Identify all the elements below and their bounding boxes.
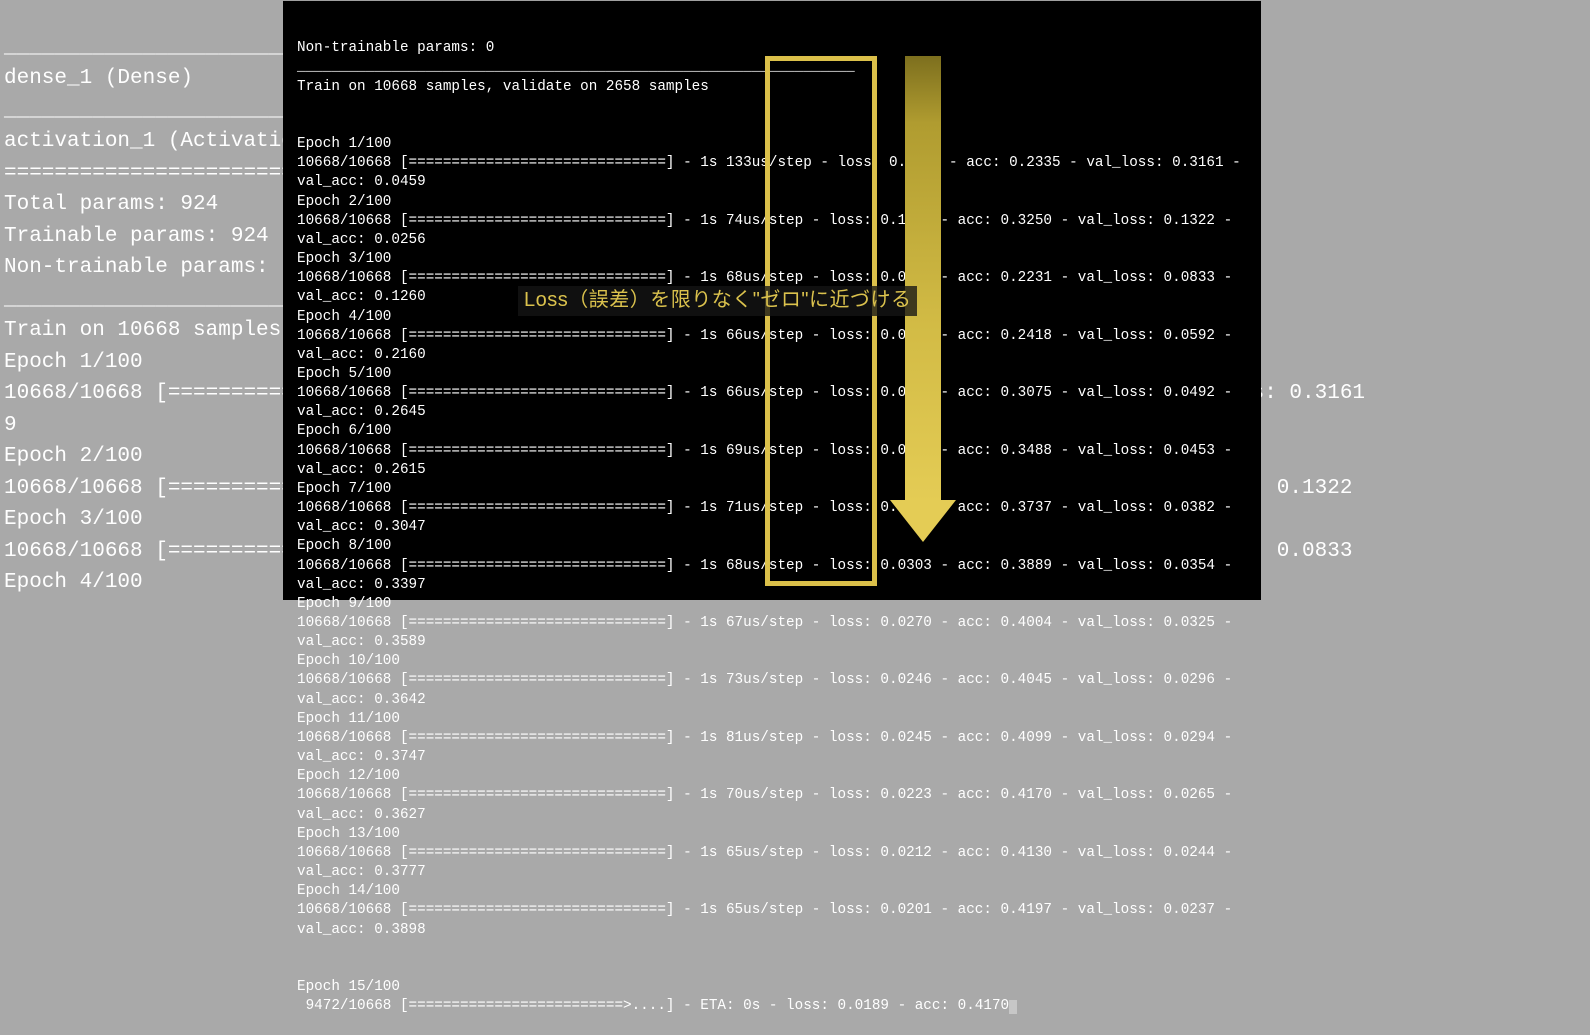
epoch-progress-line: 10668/10668 [===========================… <box>297 786 1247 824</box>
epoch-progress-line: 10668/10668 [===========================… <box>297 499 1247 537</box>
epoch-progress-line: 10668/10668 [===========================… <box>297 384 1247 422</box>
epoch-label-line: Epoch 10/100 <box>297 652 1247 671</box>
epoch-progress-line: 10668/10668 [===========================… <box>297 212 1247 250</box>
epoch-label-line: Epoch 7/100 <box>297 480 1247 499</box>
terminal-intro-line: Non-trainable params: 0 <box>297 39 1247 58</box>
epoch-label-line: Epoch 2/100 <box>297 193 1247 212</box>
epoch-progress-line: 10668/10668 [===========================… <box>297 729 1247 767</box>
epoch-progress-line: 10668/10668 [===========================… <box>297 614 1247 652</box>
terminal-intro-line: Train on 10668 samples, validate on 2658… <box>297 78 1247 97</box>
epoch-label-line: Epoch 12/100 <box>297 767 1247 786</box>
epoch-progress-line: 10668/10668 [===========================… <box>297 442 1247 480</box>
epoch-progress-line: 10668/10668 [===========================… <box>297 154 1247 192</box>
terminal-epoch-block: Epoch 1/10010668/10668 [================… <box>297 135 1247 940</box>
annotation-label: Loss（誤差）を限りなく"ゼロ"に近づける <box>518 286 917 316</box>
epoch-progress-line: 10668/10668 [===========================… <box>297 844 1247 882</box>
epoch-label-line: Epoch 14/100 <box>297 882 1247 901</box>
epoch-progress-line: 10668/10668 [===========================… <box>297 557 1247 595</box>
epoch-progress-line: 9472/10668 [=========================>..… <box>297 997 1247 1016</box>
epoch-progress-line: 10668/10668 [===========================… <box>297 901 1247 939</box>
terminal-intro-line: ________________________________________… <box>297 58 1247 77</box>
epoch-label-line: Epoch 3/100 <box>297 250 1247 269</box>
epoch-label-line: Epoch 9/100 <box>297 595 1247 614</box>
terminal-intro-block: Non-trainable params: 0_________________… <box>297 39 1247 96</box>
epoch-progress-line: 10668/10668 [===========================… <box>297 671 1247 709</box>
terminal-final-line: Epoch 15/100 9472/10668 [===============… <box>297 978 1247 1016</box>
epoch-progress-line: 10668/10668 [===========================… <box>297 327 1247 365</box>
epoch-label-line: Epoch 1/100 <box>297 135 1247 154</box>
epoch-label-line: Epoch 6/100 <box>297 422 1247 441</box>
epoch-label-line: Epoch 5/100 <box>297 365 1247 384</box>
epoch-label-line: Epoch 11/100 <box>297 710 1247 729</box>
epoch-label-line: Epoch 8/100 <box>297 537 1247 556</box>
epoch-label-line: Epoch 15/100 <box>297 978 1247 997</box>
epoch-label-line: Epoch 13/100 <box>297 825 1247 844</box>
cursor-icon <box>1009 1000 1017 1014</box>
